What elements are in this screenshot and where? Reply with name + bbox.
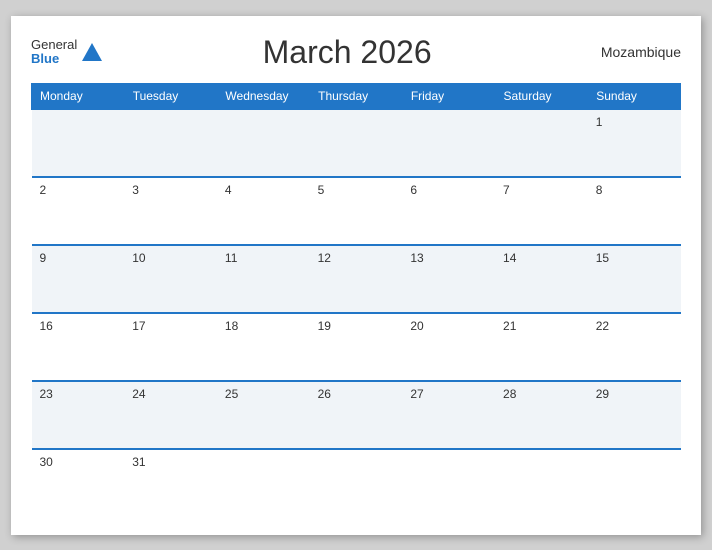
day-number: 6: [410, 183, 417, 197]
calendar-cell: 27: [402, 381, 495, 449]
day-number: 19: [318, 319, 331, 333]
day-number: 8: [596, 183, 603, 197]
calendar-cell: 10: [124, 245, 217, 313]
calendar-cell: [588, 449, 681, 517]
calendar-cell: 21: [495, 313, 588, 381]
calendar-cell: 3: [124, 177, 217, 245]
calendar-cell: 22: [588, 313, 681, 381]
week-row-4: 16 17 18 19 20 21 22: [32, 313, 681, 381]
calendar-cell: [402, 449, 495, 517]
day-number: 4: [225, 183, 232, 197]
calendar-cell: 12: [310, 245, 403, 313]
week-row-3: 9 10 11 12 13 14 15: [32, 245, 681, 313]
day-number: 14: [503, 251, 516, 265]
weekday-header-wednesday: Wednesday: [217, 83, 310, 109]
day-number: 5: [318, 183, 325, 197]
week-row-2: 2 3 4 5 6 7 8: [32, 177, 681, 245]
calendar-cell: [402, 109, 495, 177]
calendar-cell: 31: [124, 449, 217, 517]
calendar-cell: 14: [495, 245, 588, 313]
day-number: 25: [225, 387, 238, 401]
day-number: 29: [596, 387, 609, 401]
day-number: 24: [132, 387, 145, 401]
day-number: 16: [40, 319, 53, 333]
day-number: 17: [132, 319, 145, 333]
calendar-cell: 5: [310, 177, 403, 245]
day-number: 20: [410, 319, 423, 333]
calendar-cell: 28: [495, 381, 588, 449]
calendar-cell: 30: [32, 449, 125, 517]
calendar-cell: [495, 449, 588, 517]
calendar-cell: 29: [588, 381, 681, 449]
weekday-header-tuesday: Tuesday: [124, 83, 217, 109]
week-row-5: 23 24 25 26 27 28 29: [32, 381, 681, 449]
calendar-cell: 26: [310, 381, 403, 449]
day-number: 9: [40, 251, 47, 265]
day-number: 7: [503, 183, 510, 197]
calendar-cell: 24: [124, 381, 217, 449]
calendar-cell: 18: [217, 313, 310, 381]
weekday-header-saturday: Saturday: [495, 83, 588, 109]
weekday-header-monday: Monday: [32, 83, 125, 109]
calendar-cell: 23: [32, 381, 125, 449]
weekday-header-row: MondayTuesdayWednesdayThursdayFridaySatu…: [32, 83, 681, 109]
calendar-cell: [310, 449, 403, 517]
day-number: 2: [40, 183, 47, 197]
calendar-container: General Blue March 2026 Mozambique Monda…: [11, 16, 701, 535]
day-number: 27: [410, 387, 423, 401]
day-number: 1: [596, 115, 603, 129]
calendar-cell: 11: [217, 245, 310, 313]
calendar-cell: 25: [217, 381, 310, 449]
calendar-cell: 1: [588, 109, 681, 177]
day-number: 12: [318, 251, 331, 265]
calendar-cell: 9: [32, 245, 125, 313]
calendar-cell: 19: [310, 313, 403, 381]
month-title: March 2026: [103, 34, 591, 71]
calendar-cell: 15: [588, 245, 681, 313]
calendar-cell: [310, 109, 403, 177]
calendar-cell: 2: [32, 177, 125, 245]
logo-triangle-icon: [81, 41, 103, 63]
logo: General Blue: [31, 38, 103, 67]
day-number: 31: [132, 455, 145, 469]
calendar-cell: [495, 109, 588, 177]
calendar-cell: 20: [402, 313, 495, 381]
day-number: 18: [225, 319, 238, 333]
weekday-header-sunday: Sunday: [588, 83, 681, 109]
day-number: 15: [596, 251, 609, 265]
day-number: 21: [503, 319, 516, 333]
calendar-cell: [217, 449, 310, 517]
week-row-1: 1: [32, 109, 681, 177]
day-number: 23: [40, 387, 53, 401]
calendar-cell: [124, 109, 217, 177]
calendar-cell: 6: [402, 177, 495, 245]
calendar-header: General Blue March 2026 Mozambique: [31, 34, 681, 71]
calendar-cell: 17: [124, 313, 217, 381]
calendar-cell: [32, 109, 125, 177]
calendar-cell: 8: [588, 177, 681, 245]
country-name: Mozambique: [591, 44, 681, 60]
day-number: 22: [596, 319, 609, 333]
calendar-cell: 7: [495, 177, 588, 245]
day-number: 30: [40, 455, 53, 469]
day-number: 13: [410, 251, 423, 265]
day-number: 3: [132, 183, 139, 197]
logo-blue-text: Blue: [31, 52, 77, 66]
weekday-header-thursday: Thursday: [310, 83, 403, 109]
day-number: 10: [132, 251, 145, 265]
calendar-cell: 4: [217, 177, 310, 245]
day-number: 28: [503, 387, 516, 401]
calendar-cell: 13: [402, 245, 495, 313]
calendar-grid: MondayTuesdayWednesdayThursdayFridaySatu…: [31, 83, 681, 517]
calendar-cell: [217, 109, 310, 177]
day-number: 26: [318, 387, 331, 401]
logo-general-text: General: [31, 38, 77, 52]
week-row-6: 30 31: [32, 449, 681, 517]
calendar-cell: 16: [32, 313, 125, 381]
weekday-header-friday: Friday: [402, 83, 495, 109]
day-number: 11: [225, 251, 237, 265]
